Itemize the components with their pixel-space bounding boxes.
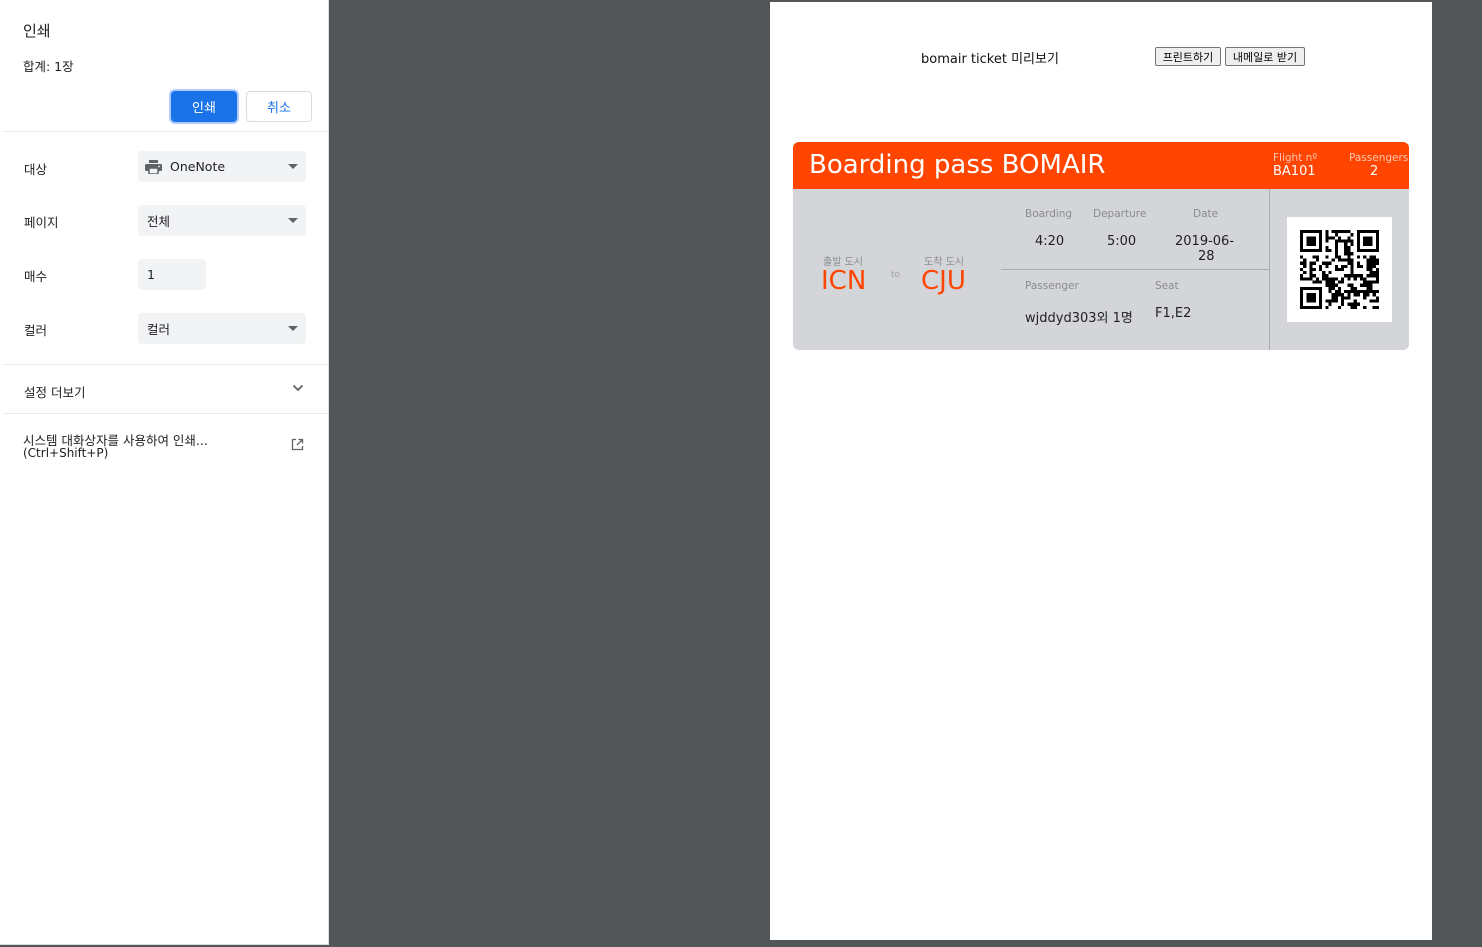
date-value: 2019-06- — [1175, 234, 1235, 249]
dropdown-arrow-icon — [288, 164, 298, 169]
color-label: 컬러 — [24, 323, 48, 338]
print-settings-panel: 인쇄 합계: 1장 인쇄 취소 대상 OneNote 페이지 전체 매수 컬러 … — [0, 0, 329, 945]
system-dialog-shortcut: (Ctrl+Shift+P) — [23, 446, 109, 460]
passenger-label: Passenger — [1025, 280, 1079, 292]
arrival-city-code: CJU — [921, 266, 966, 296]
pages-label: 페이지 — [24, 215, 59, 230]
flight-number-value: BA101 — [1273, 164, 1316, 179]
route-separator: to — [891, 270, 901, 280]
more-settings-toggle[interactable]: 설정 더보기 — [3, 365, 329, 413]
seat-label: Seat — [1155, 280, 1179, 292]
pages-select[interactable]: 전체 — [138, 205, 306, 236]
departure-city-code: ICN — [821, 266, 867, 296]
total-sheets: 합계: 1장 — [23, 59, 74, 74]
qr-code-icon — [1300, 230, 1379, 309]
date-value-continued: 28 — [1198, 249, 1215, 264]
passengers-label: Passengers — [1349, 152, 1409, 164]
boarding-time-value: 4:20 — [1035, 234, 1065, 249]
chevron-down-icon — [292, 384, 304, 392]
dialog-title: 인쇄 — [23, 22, 51, 40]
color-value: 컬러 — [147, 322, 171, 337]
divider — [3, 131, 329, 132]
boarding-pass-title: Boarding pass BOMAIR — [809, 150, 1106, 180]
cancel-button[interactable]: 취소 — [246, 91, 312, 122]
destination-label: 대상 — [24, 162, 48, 177]
dropdown-arrow-icon — [288, 218, 298, 223]
printer-icon — [145, 159, 162, 174]
print-button[interactable]: 인쇄 — [171, 91, 237, 122]
departure-time-label: Departure — [1093, 208, 1147, 220]
more-settings-label: 설정 더보기 — [24, 385, 86, 400]
qr-code — [1287, 217, 1392, 322]
open-in-new-icon — [291, 438, 304, 451]
email-ticket-button[interactable]: 내메일로 받기 — [1225, 47, 1305, 66]
boarding-pass: Boarding pass BOMAIR Flight nº BA101 Pas… — [793, 142, 1409, 350]
departure-time-value: 5:00 — [1107, 234, 1137, 249]
passenger-value: wjddyd303외 1명 — [1025, 311, 1133, 326]
passengers-value: 2 — [1370, 164, 1379, 179]
boarding-time-label: Boarding — [1025, 208, 1073, 220]
seat-value: F1,E2 — [1155, 306, 1192, 321]
destination-select[interactable]: OneNote — [138, 151, 306, 182]
flight-number-label: Flight nº — [1273, 152, 1318, 164]
boarding-pass-header: Boarding pass BOMAIR Flight nº BA101 Pas… — [793, 142, 1409, 189]
print-preview-page: bomair ticket 미리보기 프린트하기 내메일로 받기 Boardin… — [770, 2, 1432, 940]
page-heading: bomair ticket 미리보기 — [921, 52, 1059, 67]
date-label: Date — [1193, 208, 1219, 220]
divider — [1269, 189, 1270, 350]
divider — [1001, 269, 1269, 270]
print-ticket-button[interactable]: 프린트하기 — [1155, 47, 1221, 66]
pages-value: 전체 — [147, 214, 171, 229]
color-select[interactable]: 컬러 — [138, 313, 306, 344]
dropdown-arrow-icon — [288, 326, 298, 331]
copies-input[interactable] — [138, 259, 206, 290]
system-dialog-link[interactable]: 시스템 대화상자를 사용하여 인쇄... (Ctrl+Shift+P) — [3, 414, 329, 474]
destination-value: OneNote — [170, 159, 226, 174]
copies-label: 매수 — [24, 269, 48, 284]
